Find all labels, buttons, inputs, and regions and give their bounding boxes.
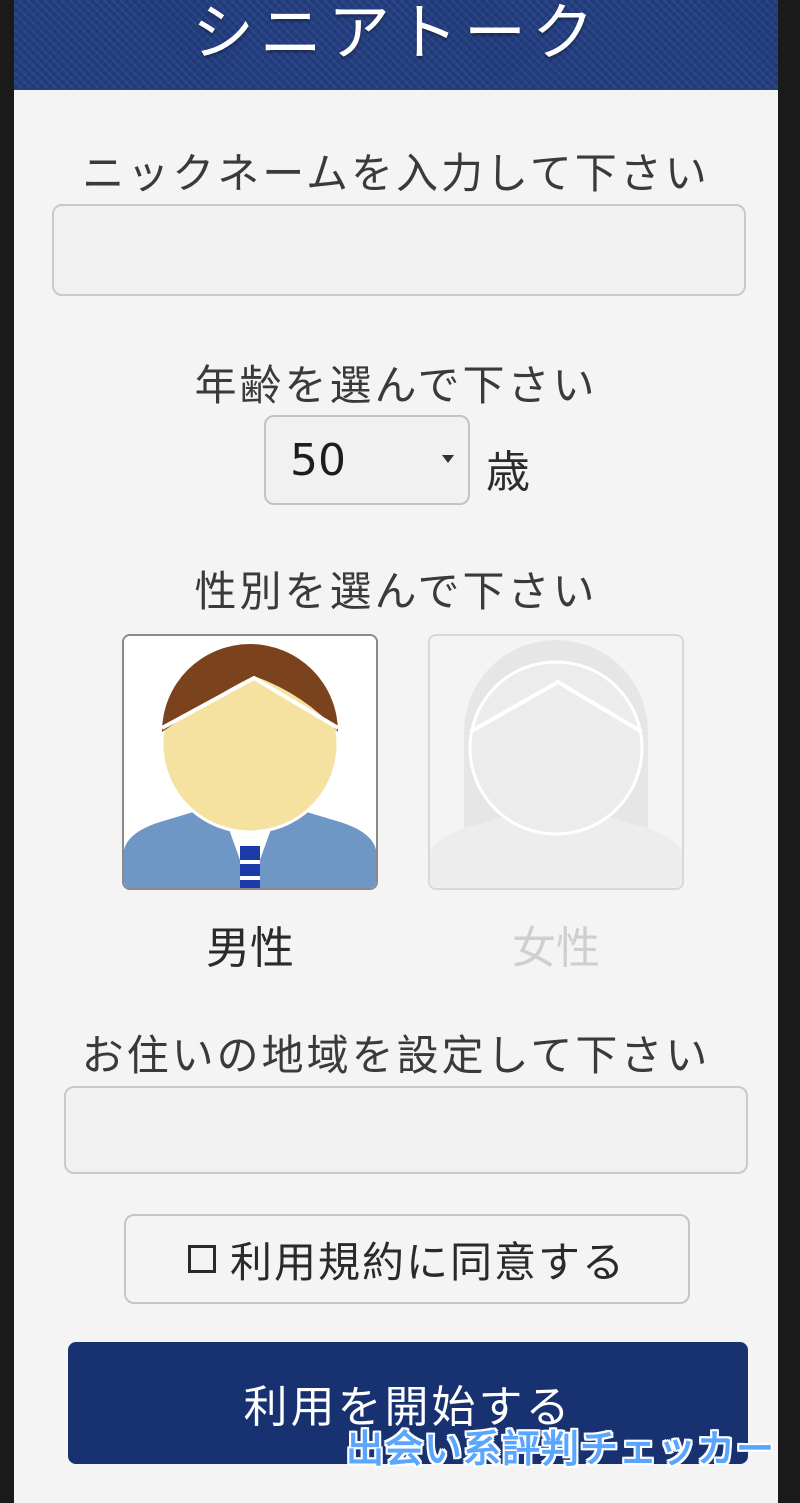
age-unit-label: 歳	[486, 447, 530, 498]
terms-label: 利用規約に同意する	[229, 1237, 626, 1287]
female-avatar-icon	[430, 636, 682, 888]
gender-label-female: 女性	[512, 923, 600, 974]
dropdown-caret-icon	[442, 455, 454, 463]
gender-option-female[interactable]	[428, 634, 684, 890]
terms-checkbox-row[interactable]: 利用規約に同意する	[124, 1214, 690, 1304]
region-label: お住いの地域を設定して下さい	[81, 1031, 711, 1080]
age-selected-value: 50	[290, 434, 346, 486]
region-input[interactable]	[64, 1086, 748, 1174]
age-label: 年齢を選んで下さい	[194, 361, 598, 410]
checkbox-empty-icon[interactable]	[187, 1245, 216, 1273]
gender-label: 性別を選んで下さい	[194, 567, 598, 616]
app-screen: シニアトーク ニックネームを入力して下さい 年齢を選んで下さい 50 歳 性別を…	[14, 0, 778, 1503]
nickname-input[interactable]	[52, 204, 746, 296]
gender-label-male: 男性	[206, 923, 294, 974]
nickname-label: ニックネームを入力して下さい	[82, 149, 710, 198]
app-header: シニアトーク	[14, 0, 778, 90]
watermark-text: 出会い系評判チェッカー	[346, 1427, 776, 1471]
app-title: シニアトーク	[191, 0, 600, 69]
age-select[interactable]: 50	[264, 415, 470, 505]
gender-option-male[interactable]	[122, 634, 378, 890]
male-avatar-icon	[124, 636, 376, 888]
